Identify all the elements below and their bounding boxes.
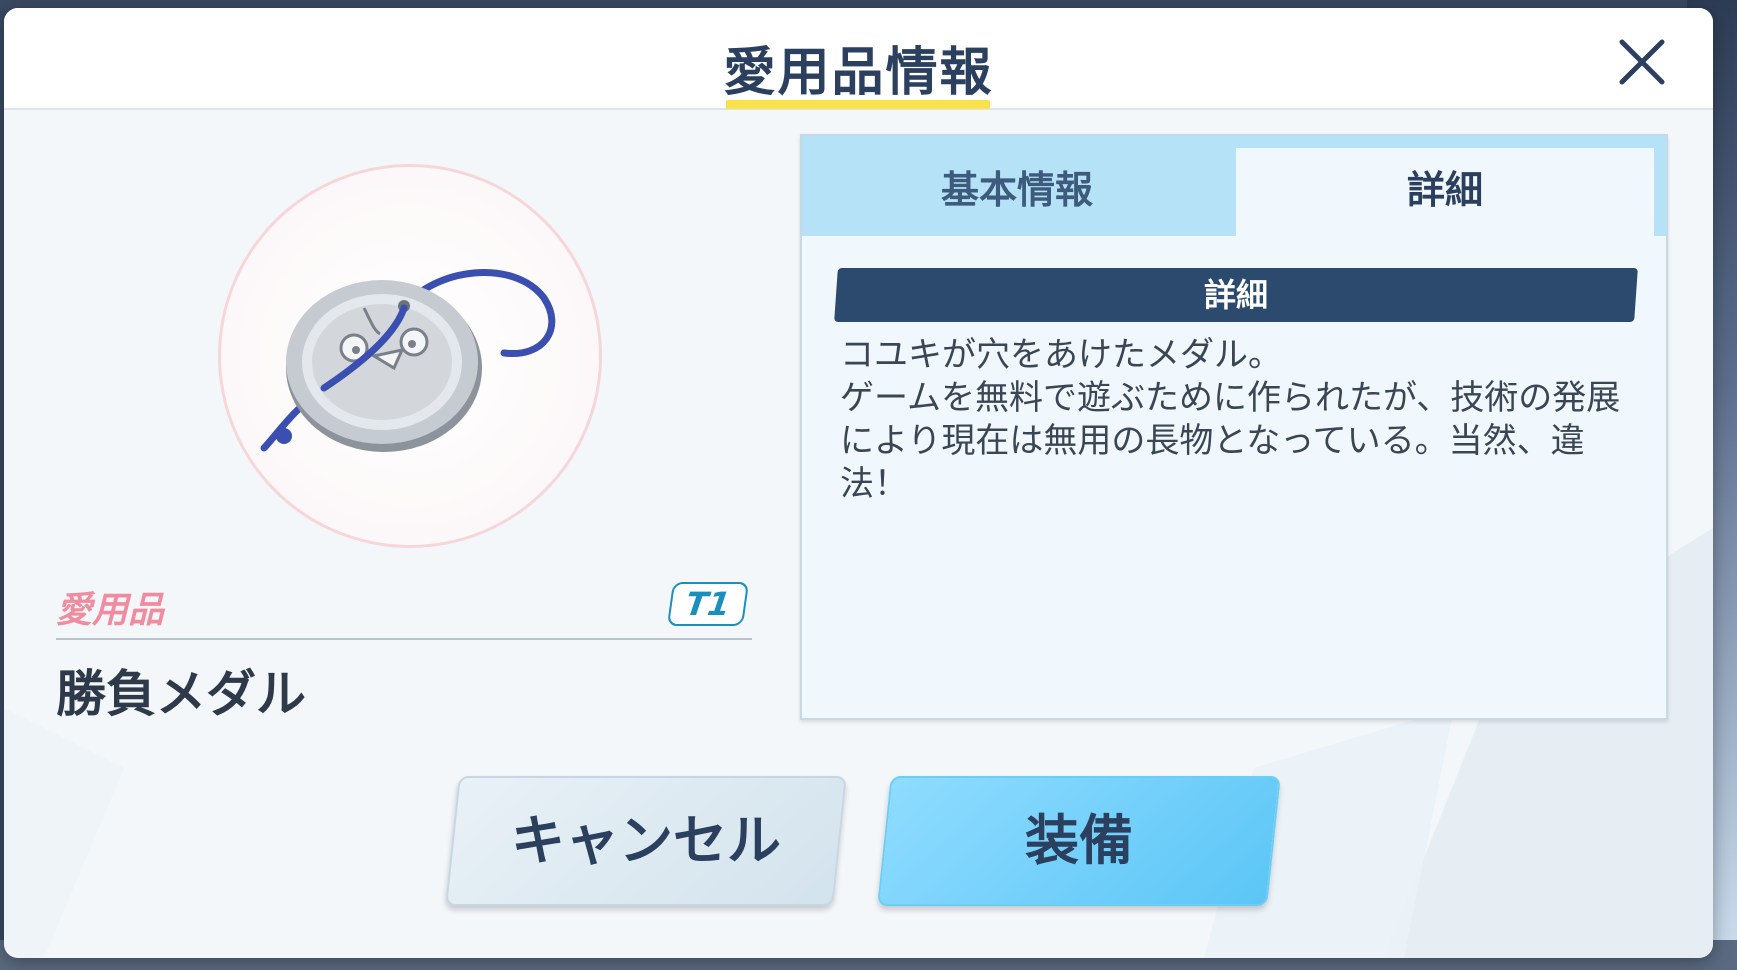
- title-underline: [726, 100, 990, 109]
- item-name: 勝負メダル: [56, 665, 306, 723]
- tab-bar: 基本情報 詳細: [802, 136, 1666, 236]
- item-info-dialog: 愛用品情報 愛用品 T1 勝負メダル 基本情報 詳細 詳細 コユキが穴をあけたメ…: [4, 8, 1713, 958]
- medal-item-image: [260, 269, 556, 452]
- divider: [56, 638, 752, 640]
- tab-detail[interactable]: 詳細: [1236, 148, 1654, 236]
- item-description: コユキが穴をあけたメダル。 ゲームを無料で遊ぶために作られたが、技術の発展 によ…: [840, 335, 1621, 504]
- section-header-detail: 詳細: [834, 268, 1638, 322]
- equip-button-label: 装備: [1025, 809, 1133, 872]
- dialog-header: 愛用品情報: [4, 8, 1713, 110]
- tab-basic-info[interactable]: 基本情報: [802, 148, 1232, 236]
- cancel-button-label: キャンセル: [511, 809, 781, 872]
- info-panel: 基本情報 詳細 詳細 コユキが穴をあけたメダル。 ゲームを無料で遊ぶために作られ…: [800, 134, 1668, 720]
- close-button[interactable]: [1616, 36, 1668, 88]
- item-category-label: 愛用品: [56, 590, 165, 631]
- dialog-title: 愛用品情報: [723, 43, 994, 103]
- close-icon: [1619, 39, 1665, 85]
- cancel-button[interactable]: キャンセル: [445, 776, 847, 906]
- tier-badge: T1: [666, 582, 750, 626]
- equip-button[interactable]: 装備: [877, 776, 1281, 906]
- section-header-label: 詳細: [1203, 276, 1268, 314]
